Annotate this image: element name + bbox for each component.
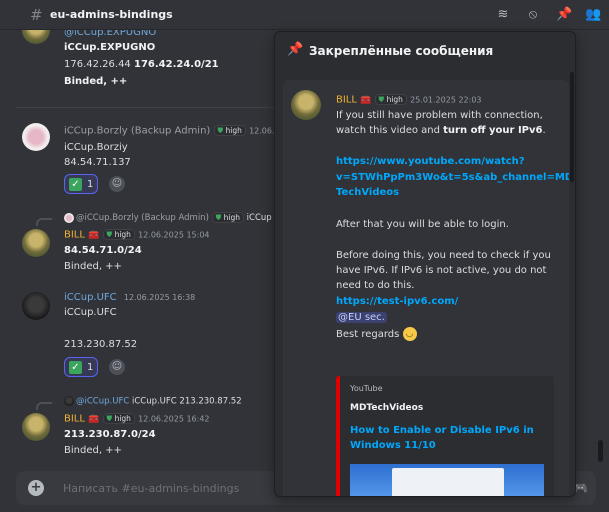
timestamp: 12.06.2025 15:04 xyxy=(138,230,210,240)
pin-icon: 📌 xyxy=(287,42,304,57)
message-line: 84.54.71.0/24 xyxy=(64,245,142,256)
checkmark-icon: ✓ xyxy=(69,177,82,191)
author-name[interactable]: BILL xyxy=(64,230,85,241)
embed-author[interactable]: MDTechVideos xyxy=(350,403,423,413)
message-line: Binded, ++ xyxy=(64,445,122,456)
message-line: Best regards ◡ xyxy=(336,327,417,341)
pinned-title: Закреплённые сообщения xyxy=(309,44,494,58)
message-line: Binded, ++ xyxy=(64,261,122,272)
message-line: need to do this. xyxy=(336,280,415,291)
reaction-check[interactable]: ✓ 1 xyxy=(64,357,99,377)
pinned-scrollbar[interactable] xyxy=(570,72,574,182)
checkmark-icon: ✓ xyxy=(69,360,82,374)
avatar[interactable] xyxy=(22,292,50,320)
message-line: If you still have problem with connectio… xyxy=(336,110,543,121)
reply-preview[interactable]: @iCCup.UFC iCCup.UFC 213.230.87.52 xyxy=(64,396,242,407)
avatar[interactable] xyxy=(22,229,50,257)
pin-icon[interactable]: 📌 xyxy=(556,7,572,23)
message-header: BILL 🧰 ⛊ high 25.01.2025 22:03 xyxy=(336,94,482,106)
role-mention[interactable]: @EU sec. xyxy=(336,312,387,323)
role-badge: ⛊ high xyxy=(102,229,135,240)
role-badge: ⛊ high xyxy=(213,125,246,136)
message-header: BILL 🧰 ⛊ high 12.06.2025 16:42 xyxy=(64,413,210,425)
reply-preview[interactable]: @iCCup.Borzly (Backup Admin) ⛊ high iCCu… xyxy=(64,212,272,223)
main-scrollbar[interactable] xyxy=(598,440,603,462)
youtube-embed[interactable]: YouTube MDTechVideos How to Enable or Di… xyxy=(336,376,554,496)
message-line: 176.42.26.44 176.42.24.0/21 xyxy=(64,59,219,70)
youtube-link[interactable]: https://www.youtube.com/watch? xyxy=(336,156,525,167)
toolbox-icon: 🧰 xyxy=(88,414,100,425)
channel-header: # eu-admins-bindings ≋ ⦸ 📌 👥 xyxy=(0,0,609,30)
pinned-header: 📌 Закреплённые сообщения xyxy=(275,32,575,70)
mute-icon[interactable]: ⦸ xyxy=(525,7,541,23)
avatar[interactable] xyxy=(22,413,50,441)
avatar[interactable] xyxy=(22,30,50,44)
message-line: iCCup.EXPUGNO xyxy=(64,42,156,53)
channel-title: eu-admins-bindings xyxy=(50,8,173,21)
author-name[interactable]: iCCup.Borzly (Backup Admin) xyxy=(64,126,210,137)
author-name[interactable]: BILL xyxy=(336,95,357,106)
reaction-check[interactable]: ✓ 1 xyxy=(64,174,99,194)
timestamp: 12.06.2025 16:42 xyxy=(138,414,210,424)
role-badge: ⛊ high xyxy=(102,413,135,424)
role-badge: ⛊ high xyxy=(211,212,244,223)
message-header: iCCup.UFC 12.06.2025 16:38 xyxy=(64,292,195,303)
plus-icon[interactable]: + xyxy=(28,480,44,496)
smile-emoji-icon: ◡ xyxy=(402,327,417,341)
message-line: 84.54.71.137 xyxy=(64,157,131,168)
embed-title[interactable]: How to Enable or Disable IPv6 in Windows… xyxy=(350,423,540,453)
toolbox-icon: 🧰 xyxy=(88,230,100,241)
threads-icon[interactable]: ≋ xyxy=(495,7,511,23)
youtube-link[interactable]: v=STWhPpPm3Wo&t=5s&ab_channel=MD xyxy=(336,172,569,183)
role-badge: ⛊ high xyxy=(374,94,407,105)
timestamp: 12.06.2025 16:38 xyxy=(123,293,196,302)
reply-connector xyxy=(36,218,52,226)
add-reaction-icon[interactable]: ☺ xyxy=(109,359,125,375)
message-header: iCCup.Borzly (Backup Admin) ⛊ high 12.06… xyxy=(64,125,280,137)
settings-window-thumbnail xyxy=(392,468,504,496)
message-line: have IPv6. If IPv6 is not active, you do… xyxy=(336,265,547,276)
mini-avatar xyxy=(64,212,74,223)
author-name[interactable]: iCCup.UFC xyxy=(64,292,117,303)
reply-author[interactable]: @iCCup.EXPUGNO xyxy=(64,30,156,38)
ipv6-test-link[interactable]: https://test-ipv6.com/ xyxy=(336,296,458,307)
message-line: iCCup.UFC xyxy=(64,307,117,318)
avatar[interactable] xyxy=(291,90,321,120)
youtube-link[interactable]: TechVideos xyxy=(336,187,399,198)
message-line: After that you will be able to login. xyxy=(336,219,509,230)
pinned-message[interactable]: BILL 🧰 ⛊ high 25.01.2025 22:03 If you st… xyxy=(283,80,569,496)
embed-provider: YouTube xyxy=(350,384,383,393)
hashtag-icon: # xyxy=(30,6,43,24)
message-header: BILL 🧰 ⛊ high 12.06.2025 15:04 xyxy=(64,229,210,241)
message-line: 213.230.87.52 xyxy=(64,339,138,350)
toolbox-icon: 🧰 xyxy=(360,95,372,106)
pinned-messages-panel: 📌 Закреплённые сообщения BILL 🧰 ⛊ high 2… xyxy=(274,31,576,497)
message-line: Binded, ++ xyxy=(64,76,128,87)
message-line: watch this video and turn off your IPv6. xyxy=(336,125,546,136)
reply-connector xyxy=(36,402,52,410)
message-line: iCCup.Borziy xyxy=(64,142,128,153)
timestamp: 25.01.2025 22:03 xyxy=(410,95,482,105)
message-input[interactable]: Написать #eu-admins-bindings xyxy=(63,482,239,495)
message-line: Before doing this, you need to check if … xyxy=(336,250,551,261)
video-thumbnail[interactable]: ▶ ⧉ xyxy=(350,464,544,496)
message-line: 213.230.87.0/24 xyxy=(64,429,156,440)
add-reaction-icon[interactable]: ☺ xyxy=(109,176,125,192)
author-name[interactable]: BILL xyxy=(64,414,85,425)
mini-avatar xyxy=(64,396,74,406)
avatar[interactable] xyxy=(22,123,50,151)
members-icon[interactable]: 👥 xyxy=(585,7,601,23)
